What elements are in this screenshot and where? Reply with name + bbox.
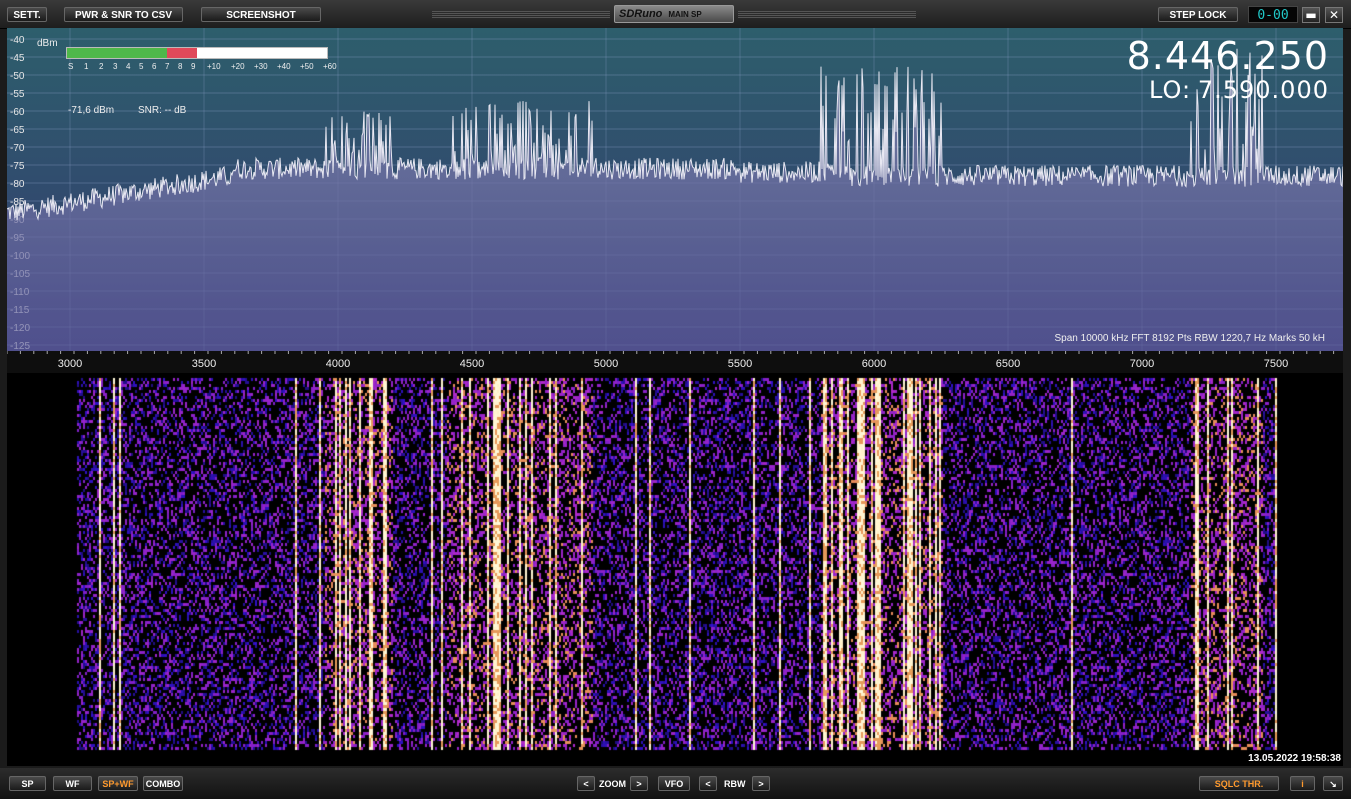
- s-meter-scale-label: 5: [139, 62, 144, 71]
- main-frequency[interactable]: 8.446.250: [1127, 34, 1329, 78]
- y-tick-label: -55: [10, 89, 25, 100]
- s-meter-scale-label: S: [68, 62, 74, 71]
- x-tick-label: 7500: [1264, 358, 1288, 370]
- y-tick-label: -45: [10, 53, 25, 64]
- rbw-label: RBW: [724, 779, 746, 789]
- x-tick-label: 4500: [460, 358, 484, 370]
- y-tick-label: -75: [10, 161, 25, 172]
- app-name: SDRuno: [619, 8, 663, 20]
- y-tick-label: -40: [10, 35, 25, 46]
- s-meter-scale-label: 1: [84, 62, 89, 71]
- s-meter-bar: [66, 47, 328, 59]
- spectrum-display[interactable]: -40-45-50-55-60-65-70-75-80-85-90-95-100…: [7, 28, 1343, 351]
- y-tick-label: -65: [10, 125, 25, 136]
- s-meter-scale-label: +60: [323, 62, 337, 71]
- s-meter-fill-green: [67, 48, 168, 58]
- s-meter-fill-red: [167, 48, 197, 58]
- x-tick-label: 3500: [192, 358, 216, 370]
- x-tick-label: 6000: [862, 358, 886, 370]
- s-meter-scale-label: +10: [207, 62, 221, 71]
- zoom-in-button[interactable]: >: [630, 776, 648, 791]
- waterfall-canvas[interactable]: [7, 373, 1343, 766]
- s-meter-scale-label: 6: [152, 62, 157, 71]
- drag-grip-left[interactable]: [432, 11, 610, 18]
- vfo-button[interactable]: VFO: [658, 776, 690, 791]
- y-tick-label: -50: [10, 71, 25, 82]
- pwr-snr-csv-button[interactable]: PWR & SNR TO CSV: [64, 7, 183, 22]
- window-name: MAIN SP: [668, 10, 702, 19]
- x-tick-label: 5500: [728, 358, 752, 370]
- s-meter-scale-label: +30: [254, 62, 268, 71]
- info-button[interactable]: i: [1290, 776, 1315, 791]
- meter-unit: dBm: [37, 38, 58, 49]
- s-meter-scale-label: +40: [277, 62, 291, 71]
- x-tick-label: 7000: [1130, 358, 1154, 370]
- bottom-toolbar: SP WF SP+WF COMBO < ZOOM > VFO < RBW > S…: [0, 768, 1351, 799]
- zoom-label: ZOOM: [599, 779, 626, 789]
- waterfall-display[interactable]: 13.05.2022 19:58:38: [7, 373, 1343, 766]
- counter-display: 0-00: [1248, 6, 1298, 23]
- sp-wf-mode-button[interactable]: SP+WF: [98, 776, 138, 791]
- lo-label: LO:: [1149, 76, 1192, 104]
- waterfall-timestamp: 13.05.2022 19:58:38: [1248, 753, 1341, 764]
- x-tick-label: 3000: [58, 358, 82, 370]
- s-meter-scale-label: 2: [99, 62, 104, 71]
- x-tick-label: 6500: [996, 358, 1020, 370]
- y-tick-label: -80: [10, 179, 25, 190]
- drag-grip-right[interactable]: [738, 11, 916, 18]
- resize-icon[interactable]: ↘: [1323, 776, 1343, 791]
- step-lock-button[interactable]: STEP LOCK: [1158, 7, 1238, 22]
- sp-mode-button[interactable]: SP: [9, 776, 46, 791]
- settings-button[interactable]: SETT.: [7, 7, 47, 22]
- s-meter-scale-label: 8: [178, 62, 183, 71]
- title-bar[interactable]: SETT. PWR & SNR TO CSV SCREENSHOT SDRuno…: [0, 0, 1351, 29]
- sdruno-main-sp-window: SETT. PWR & SNR TO CSV SCREENSHOT SDRuno…: [0, 0, 1351, 799]
- x-tick-label: 4000: [326, 358, 350, 370]
- y-tick-label: -60: [10, 107, 25, 118]
- rbw-down-button[interactable]: <: [699, 776, 717, 791]
- lo-frequency[interactable]: 7.590.000: [1198, 76, 1329, 104]
- zoom-out-button[interactable]: <: [577, 776, 595, 791]
- spectrum-status: Span 10000 kHz FFT 8192 Pts RBW 1220,7 H…: [1054, 333, 1326, 344]
- close-icon[interactable]: ✕: [1325, 7, 1343, 23]
- s-meter-scale-label: 3: [113, 62, 118, 71]
- s-meter-scale-label: +20: [231, 62, 245, 71]
- s-meter-scale-label: 7: [165, 62, 170, 71]
- level-readout: -71,6 dBm: [68, 105, 115, 116]
- x-tick-label: 5000: [594, 358, 618, 370]
- sqlc-threshold-button[interactable]: SQLC THR.: [1199, 776, 1279, 791]
- combo-mode-button[interactable]: COMBO: [143, 776, 183, 791]
- app-logo: SDRuno MAIN SP: [614, 5, 734, 23]
- minimize-icon[interactable]: ▬: [1302, 7, 1320, 23]
- y-tick-label: -70: [10, 143, 25, 154]
- rbw-up-button[interactable]: >: [752, 776, 770, 791]
- frequency-axis[interactable]: 3000 3500 4000 4500 5000 5500 6000 6500 7000 7500…: [6, 351, 1343, 373]
- frequency-axis-ticks: 3000 3500 4000 4500 5000 5500 6000 6500 7000 7500…: [6, 351, 1335, 370]
- s-meter-scale-label: +50: [300, 62, 314, 71]
- s-meter-scale-label: 9: [191, 62, 196, 71]
- screenshot-button[interactable]: SCREENSHOT: [201, 7, 321, 22]
- wf-mode-button[interactable]: WF: [53, 776, 92, 791]
- snr-readout: SNR: -- dB: [138, 105, 187, 116]
- s-meter-scale-label: 4: [126, 62, 131, 71]
